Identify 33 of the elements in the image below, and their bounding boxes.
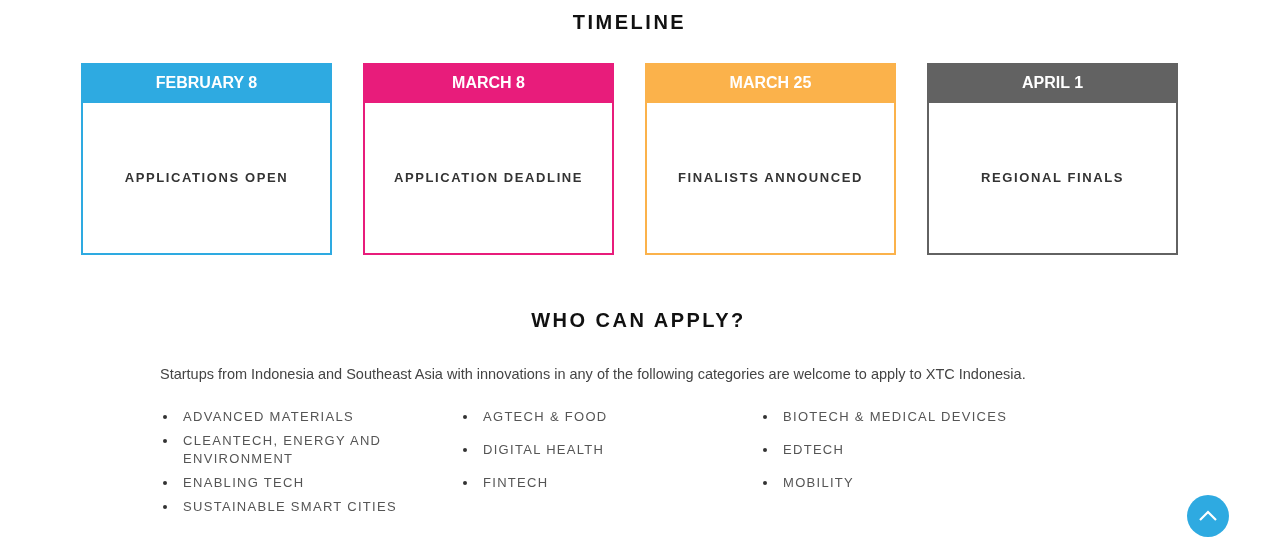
category-label: AGTECH & FOOD (483, 407, 608, 426)
category-label: ADVANCED MATERIALS (183, 407, 354, 426)
category-label: MOBILITY (783, 473, 855, 492)
bullet-icon (163, 504, 167, 509)
chevron-up-icon (1198, 510, 1218, 522)
category-label: DIGITAL HEALTH (483, 440, 605, 459)
bullet-icon (463, 447, 467, 452)
date-header: MARCH 25 (645, 63, 896, 103)
category-label: BIOTECH & MEDICAL DEVICES (783, 407, 1008, 426)
category-label: CLEANTECH, ENERGY AND ENVIRONMENT (183, 431, 383, 468)
event-label: APPLICATION DEADLINE (393, 169, 584, 188)
scroll-to-top-button[interactable] (1187, 495, 1229, 537)
date-header: FEBRUARY 8 (81, 63, 332, 103)
intro-text: Startups from Indonesia and Southeast Asia with innovations in any of the following categories are welcome to apply to XTC Indonesia. (160, 365, 1027, 384)
bullet-icon (463, 480, 467, 485)
section-title: TIMELINE (571, 12, 688, 32)
bullet-icon (463, 414, 467, 419)
bullet-icon (163, 480, 167, 485)
event-label: APPLICATIONS OPEN (124, 169, 289, 188)
date-header: MARCH 8 (363, 63, 614, 103)
category-label: FINTECH (483, 473, 549, 492)
section-title: WHO CAN APPLY? (530, 310, 747, 330)
bullet-icon (763, 414, 767, 419)
category-label: EDTECH (783, 440, 845, 459)
event-label: FINALISTS ANNOUNCED (677, 169, 864, 188)
bullet-icon (763, 447, 767, 452)
bullet-icon (163, 438, 167, 443)
category-label: ENABLING TECH (183, 473, 305, 492)
bullet-icon (163, 414, 167, 419)
category-label: SUSTAINABLE SMART CITIES (183, 497, 397, 516)
event-label: REGIONAL FINALS (981, 169, 1124, 188)
date-header: APRIL 1 (927, 63, 1178, 103)
bullet-icon (763, 480, 767, 485)
